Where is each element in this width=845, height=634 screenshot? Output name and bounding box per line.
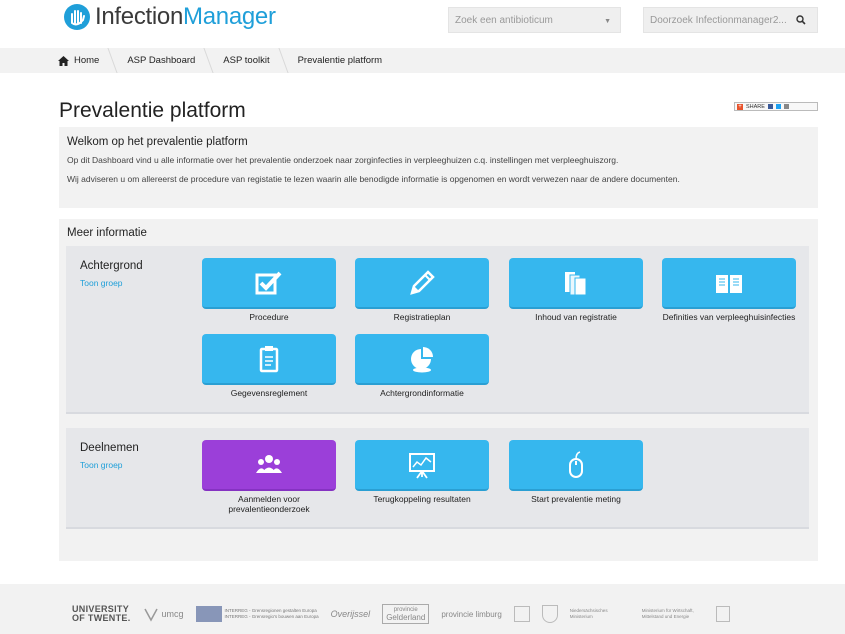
page-title: Prevalentie platform: [59, 99, 246, 122]
tile-procedure[interactable]: Procedure: [202, 258, 336, 322]
eu-flag-icon: [195, 606, 222, 622]
shield-icon: [715, 606, 730, 622]
pencil-icon: [410, 269, 435, 295]
tile-label: Aanmelden voor prevalentieonderzoek: [228, 494, 310, 514]
antibiotic-select-placeholder: Zoek een antibioticum: [455, 15, 553, 26]
limburg-logo: provincie limburg: [441, 609, 502, 619]
clipboard-icon: [259, 345, 279, 372]
tile-inhoud-van-registratie[interactable]: Inhoud van registratie: [509, 258, 643, 322]
breadcrumb-label: Prevalentie platform: [297, 55, 383, 66]
umcg-logo: umcg: [143, 606, 184, 622]
presentation-icon: [409, 452, 435, 479]
sponsor-logos: UNIVERSITY OF TWENTE. umcg INTERREG - Gr…: [72, 604, 730, 624]
group-title: Deelnemen: [80, 442, 139, 454]
welcome-title: Welkom op het prevalentie platform: [67, 136, 248, 148]
niedersachsen-ministry-logo: Niedersächsisches Ministerium: [569, 608, 608, 619]
email-icon: [783, 104, 789, 109]
group-achtergrond: Achtergrond Toon groep Procedure Registr…: [66, 246, 809, 414]
tile-label: Gegevensreglement: [230, 388, 308, 398]
welcome-text-2: Wij adviseren u om allereerst de procedu…: [67, 174, 680, 184]
tile-aanmelden[interactable]: Aanmelden voor prevalentieonderzoek: [202, 440, 336, 514]
coat-of-arms-icon: [513, 606, 530, 622]
tile-terugkoppeling[interactable]: Terugkoppeling resultaten: [355, 440, 489, 504]
breadcrumb-current: Prevalentie platform: [298, 48, 396, 73]
tile-registratieplan[interactable]: Registratieplan: [355, 258, 489, 322]
tile-label: Registratieplan: [393, 312, 451, 322]
documents-icon: [565, 271, 587, 295]
users-icon: [256, 454, 282, 473]
group-deelnemen: Deelnemen Toon groep Aanmelden voor prev…: [66, 428, 809, 529]
breadcrumb-label: ASP Dashboard: [127, 55, 196, 66]
tile-definities-button[interactable]: [662, 258, 796, 309]
chevron-down-icon: ▼: [604, 18, 611, 25]
breadcrumb-asp-toolkit[interactable]: ASP toolkit: [223, 48, 283, 73]
more-info-panel: Meer informatie Achtergrond Toon groep P…: [59, 219, 818, 561]
tile-gegevensreglement-button[interactable]: [202, 334, 336, 385]
pie-chart-icon: [411, 346, 433, 372]
breadcrumb-asp-dashboard[interactable]: ASP Dashboard: [127, 48, 209, 73]
site-header: InfectionManager Zoek een antibioticum ▼…: [0, 0, 845, 46]
infectionmanager-logo[interactable]: InfectionManager: [63, 2, 276, 32]
gelderland-logo: provincie Gelderland: [382, 604, 430, 624]
group-title: Achtergrond: [80, 260, 143, 272]
search-icon[interactable]: [796, 15, 806, 25]
overijssel-logo: Overijssel: [330, 609, 371, 619]
toon-groep-link[interactable]: Toon groep: [80, 278, 123, 288]
toon-groep-link[interactable]: Toon groep: [80, 460, 123, 470]
mouse-icon: [569, 450, 583, 478]
welcome-panel: Welkom op het prevalentie platform Op di…: [59, 127, 818, 208]
hand-logo-icon: [64, 4, 90, 30]
sponsor-footer: UNIVERSITY OF TWENTE. umcg INTERREG - Gr…: [0, 584, 845, 634]
tile-procedure-button[interactable]: [202, 258, 336, 309]
tile-start-meting[interactable]: Start prevalentie meting: [509, 440, 643, 504]
breadcrumb: Home ASP Dashboard ASP toolkit Prevalent…: [0, 48, 845, 73]
logo-text: InfectionManager: [95, 3, 276, 30]
tile-label: Procedure: [249, 312, 289, 322]
interreg-logo: INTERREG - Grensregionen gestalten Europ…: [195, 606, 319, 622]
tile-label: Start prevalentie meting: [531, 494, 621, 504]
tile-gegevensreglement[interactable]: Gegevensreglement: [202, 334, 336, 398]
share-label: SHARE: [746, 103, 765, 110]
tile-registratieplan-button[interactable]: [355, 258, 489, 309]
share-button[interactable]: + SHARE: [734, 102, 818, 111]
nrw-ministry-logo: Ministerium für Wirtschaft, Mittelstand …: [641, 608, 694, 619]
antibiotic-select[interactable]: Zoek een antibioticum ▼: [448, 7, 621, 33]
tile-inhoud-button[interactable]: [509, 258, 643, 309]
share-plus-icon: +: [737, 103, 743, 110]
breadcrumb-home-label: Home: [74, 55, 100, 66]
twitter-icon: [775, 104, 781, 109]
book-icon: [716, 274, 742, 293]
more-info-title: Meer informatie: [67, 227, 147, 239]
checkbox-icon: [255, 271, 282, 294]
facebook-icon: [767, 104, 773, 109]
home-icon: [58, 55, 69, 66]
tile-terugkoppeling-button[interactable]: [355, 440, 489, 491]
tile-label: Definities van verpleeghuisinfecties: [662, 312, 796, 322]
tile-start-meting-button[interactable]: [509, 440, 643, 491]
tile-label: Inhoud van registratie: [535, 312, 617, 322]
welcome-text-1: Op dit Dashboard vind u alle informatie …: [67, 155, 619, 165]
tile-label: Terugkoppeling resultaten: [373, 494, 471, 504]
breadcrumb-label: ASP toolkit: [223, 55, 270, 66]
tile-achtergrondinformatie[interactable]: Achtergrondinformatie: [355, 334, 489, 398]
site-search-placeholder: Doorzoek Infectionmanager2...: [650, 15, 787, 26]
breadcrumb-home[interactable]: Home: [58, 48, 113, 73]
site-search-input[interactable]: Doorzoek Infectionmanager2...: [643, 7, 818, 33]
umcg-emblem-icon: [143, 608, 158, 622]
tile-aanmelden-button[interactable]: [202, 440, 336, 491]
nrw-emblem-icon: [541, 605, 558, 623]
university-of-twente-logo: UNIVERSITY OF TWENTE.: [72, 604, 131, 623]
tile-label: Achtergrondinformatie: [380, 388, 464, 398]
tile-definities[interactable]: Definities van verpleeghuisinfecties: [662, 258, 796, 322]
tile-achtergrondinfo-button[interactable]: [355, 334, 489, 385]
